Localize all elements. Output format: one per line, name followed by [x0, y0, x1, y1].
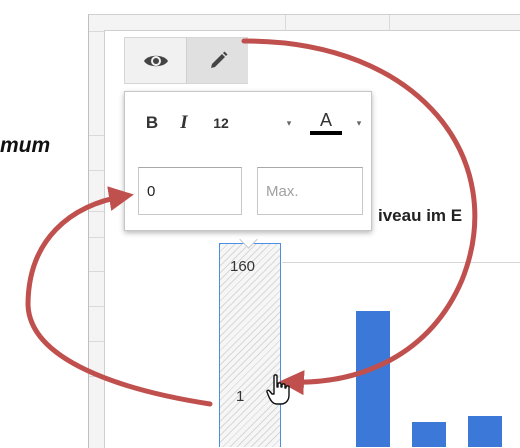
text-color-button[interactable]: A	[309, 110, 343, 136]
text-color-letter: A	[319, 110, 332, 130]
chart-title[interactable]: iveau im E	[378, 206, 462, 226]
chart-bar[interactable]	[468, 415, 502, 447]
chart-bar[interactable]	[356, 310, 390, 447]
eye-icon	[143, 55, 168, 66]
axis-format-panel: B I 12 ▾ A ▾	[124, 91, 372, 231]
edit-mode-button[interactable]	[186, 38, 248, 83]
chevron-down-icon[interactable]: ▾	[283, 110, 295, 136]
text-color-swatch	[310, 131, 342, 135]
chart-bar[interactable]	[412, 421, 446, 447]
view-mode-button[interactable]	[125, 38, 186, 83]
axis-max-input[interactable]	[257, 167, 363, 215]
chart-mode-toolbar	[124, 37, 248, 84]
pencil-icon	[210, 51, 227, 68]
chevron-down-icon[interactable]: ▾	[353, 110, 365, 136]
axis-tick-label: 160	[230, 258, 256, 275]
font-size-select[interactable]: 12	[207, 110, 235, 136]
bold-button[interactable]: B	[141, 110, 163, 136]
partial-label-text: mum	[0, 134, 51, 157]
axis-tick-label: 1	[236, 388, 245, 405]
hand-pointer-icon	[266, 374, 290, 405]
chart-gridline	[282, 262, 520, 263]
axis-min-input[interactable]	[138, 167, 242, 215]
italic-button[interactable]: I	[173, 110, 195, 136]
